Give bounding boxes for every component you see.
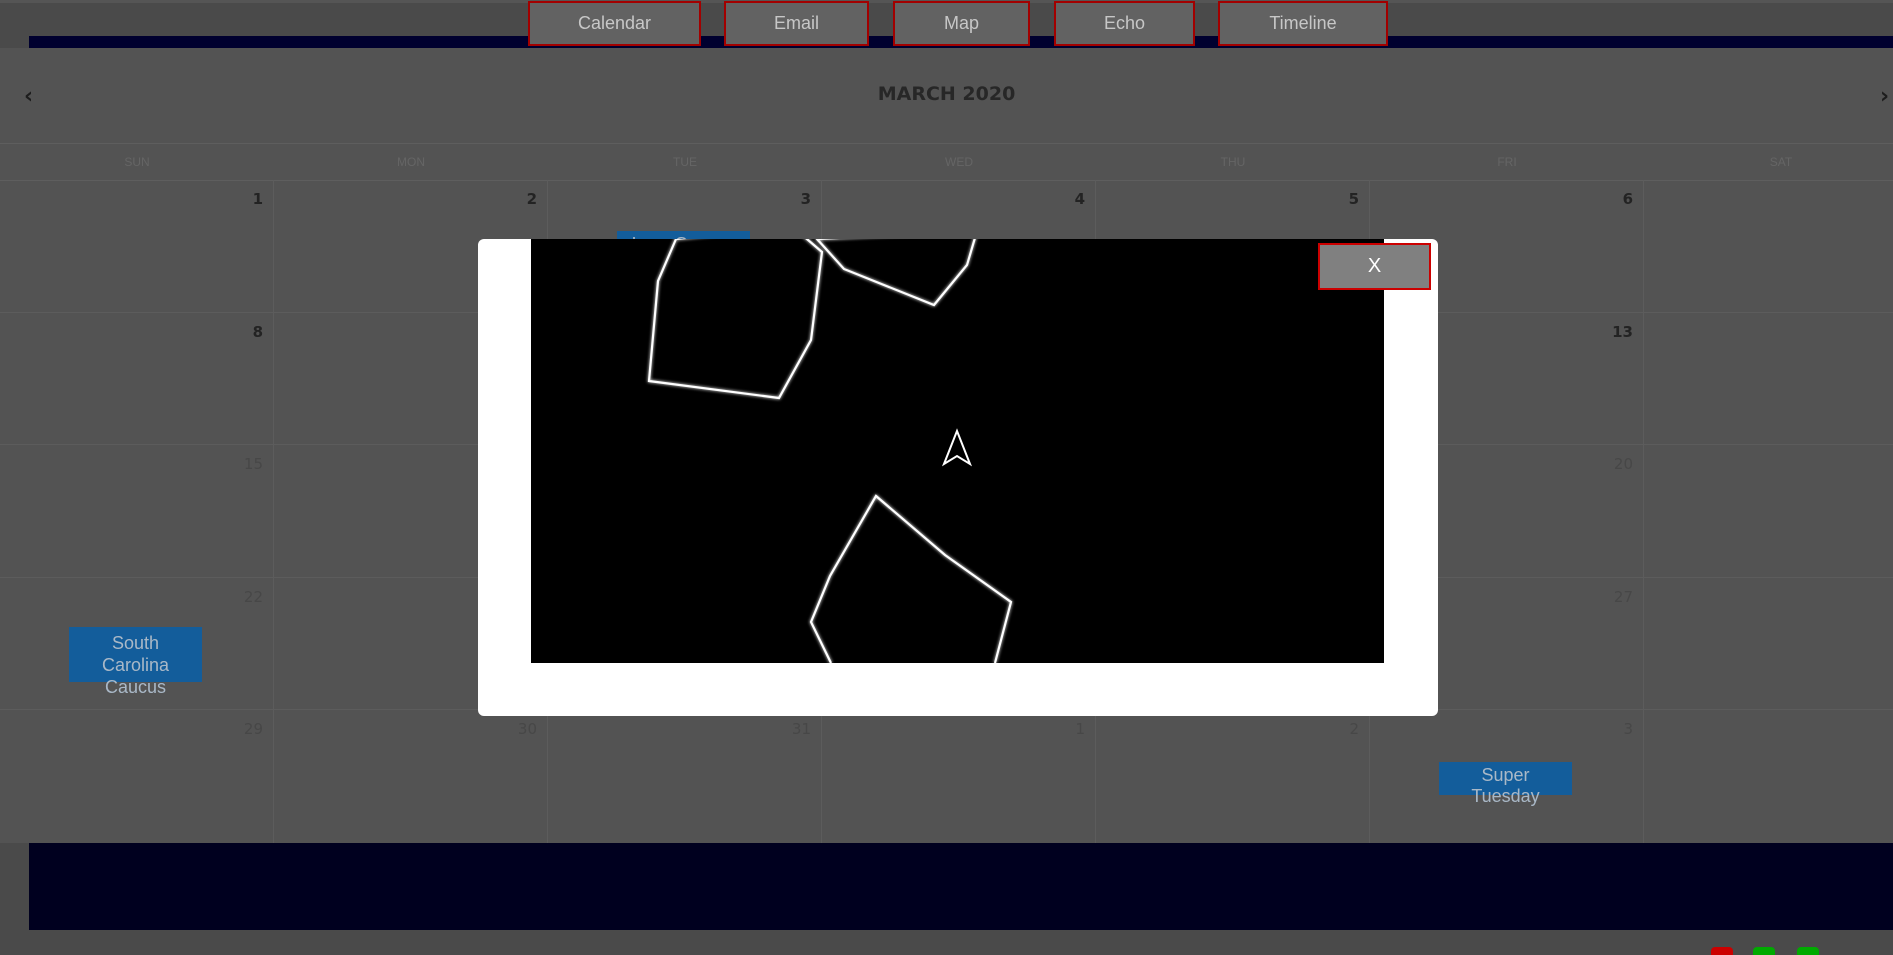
- day-cell[interactable]: 31: [548, 710, 822, 843]
- day-number: 20: [1613, 455, 1633, 474]
- event-south-carolina-caucus[interactable]: South Carolina Caucus: [69, 627, 202, 697]
- day-number: 2: [526, 190, 537, 208]
- day-number: 5: [1348, 190, 1359, 208]
- day-number: 1: [1075, 720, 1085, 739]
- game-canvas[interactable]: [531, 239, 1384, 663]
- day-cell[interactable]: 1: [0, 180, 274, 313]
- day-cell[interactable]: [1644, 710, 1893, 843]
- event-label-line2: Caucus: [104, 677, 167, 697]
- day-number: 27: [1613, 587, 1633, 606]
- weekday-thu: THU: [1220, 155, 1246, 169]
- status-indicator-green: [1797, 947, 1819, 955]
- day-cell[interactable]: 2: [1644, 445, 1893, 578]
- event-label-line1: South Carolina: [101, 633, 170, 675]
- asteroid: [809, 494, 1013, 663]
- ship-icon: [941, 428, 973, 467]
- day-number: 13: [1612, 322, 1633, 341]
- day-number: 29: [243, 720, 263, 739]
- day-cell[interactable]: 29: [0, 710, 274, 843]
- weekday-sun: SUN: [124, 155, 150, 169]
- event-super-tuesday[interactable]: Super Tuesday: [1439, 762, 1572, 806]
- day-cell[interactable]: 2: [1644, 578, 1893, 711]
- nav-map-button[interactable]: Map: [893, 1, 1030, 46]
- weekday-sat: SAT: [1769, 155, 1793, 169]
- game-modal: X: [478, 239, 1438, 716]
- weekday-fri: FRI: [1497, 155, 1517, 169]
- top-nav: Calendar Email Map Echo Timeline: [0, 0, 1893, 48]
- day-number: 2: [1349, 720, 1359, 739]
- asteroid: [815, 239, 976, 307]
- day-number: 31: [791, 720, 811, 739]
- day-cell[interactable]: 30: [274, 710, 548, 843]
- day-number: 3: [800, 190, 811, 208]
- status-indicator-red: [1711, 947, 1733, 955]
- weekday-header: SUN MON TUE WED THU FRI SAT: [0, 143, 1893, 181]
- weekday-tue: TUE: [673, 155, 697, 169]
- close-modal-button[interactable]: X: [1318, 243, 1431, 290]
- day-number: 3: [1623, 720, 1633, 739]
- day-cell[interactable]: 2: [1096, 710, 1370, 843]
- day-cell[interactable]: 1: [822, 710, 1096, 843]
- status-indicator-green: [1753, 947, 1775, 955]
- month-title: MARCH 2020: [877, 83, 1016, 105]
- weekday-mon: MON: [397, 155, 425, 169]
- calendar-header: ‹ MARCH 2020 ›: [0, 48, 1893, 143]
- day-number: 15: [243, 455, 263, 474]
- nav-email-button[interactable]: Email: [724, 1, 869, 46]
- day-number: 22: [243, 587, 263, 606]
- day-cell[interactable]: [1644, 180, 1893, 313]
- day-number: 8: [252, 322, 263, 341]
- day-cell[interactable]: 15: [0, 445, 274, 578]
- asteroid: [647, 239, 824, 400]
- day-number: 30: [517, 720, 537, 739]
- weekday-wed: WED: [945, 155, 973, 169]
- day-cell[interactable]: 1: [1644, 313, 1893, 446]
- nav-timeline-button[interactable]: Timeline: [1218, 1, 1388, 46]
- nav-calendar-button[interactable]: Calendar: [528, 1, 701, 46]
- day-number: 6: [1622, 190, 1633, 208]
- nav-echo-button[interactable]: Echo: [1054, 1, 1195, 46]
- footer-band: [29, 843, 1893, 930]
- day-number: 4: [1074, 190, 1085, 208]
- day-cell[interactable]: 8: [0, 312, 274, 446]
- next-month-button[interactable]: ›: [1880, 84, 1889, 109]
- asteroids-game: [647, 239, 1013, 663]
- day-number: 1: [252, 190, 263, 208]
